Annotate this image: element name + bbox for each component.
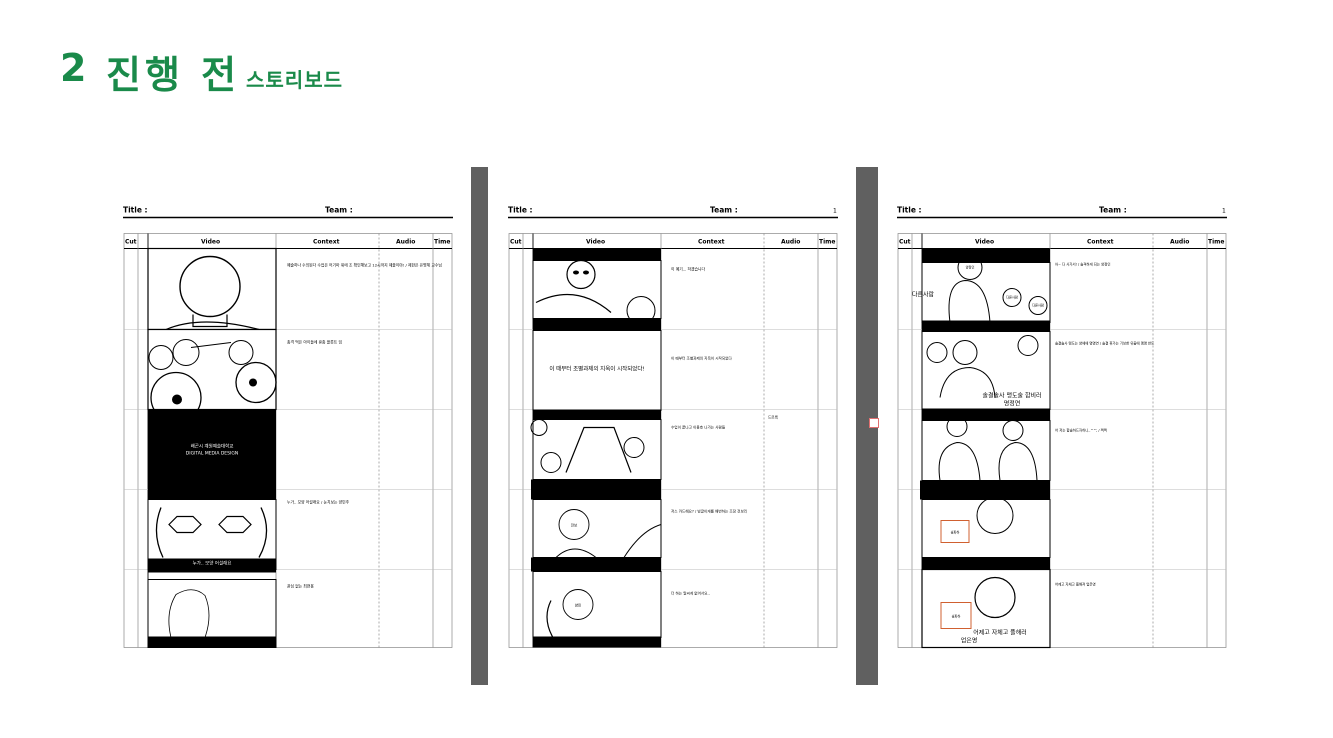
left-label: 다른사람	[912, 291, 935, 299]
col-time: Time	[1208, 239, 1224, 246]
video-frame-4: 솔파하	[921, 497, 1051, 570]
col-context: Context	[698, 239, 725, 246]
context-5: 관심 없는 최현용	[287, 584, 314, 589]
section-title: 진행 전	[106, 53, 241, 97]
col-context: Context	[313, 239, 340, 246]
video-frame-5	[147, 579, 277, 648]
col-video: Video	[975, 239, 994, 246]
context-4: 저스 카드해요? / 빙글이게를 해번하는 조장 전보리	[671, 509, 747, 514]
video-frame-4: 누가.. 모양 어설래요	[147, 499, 277, 573]
logo-line-2: DIGITAL MEDIA DESIGN	[186, 451, 238, 457]
col-cut: Cut	[899, 239, 911, 246]
video-frame-5: 양민	[532, 571, 662, 648]
video-frame-2: 이 때부터 조별과제의 지옥이 시작되었다!	[532, 330, 662, 420]
page-number: 1	[1222, 208, 1226, 215]
context-5: 더 하는 말씨게 없어서요..	[671, 591, 710, 596]
audio-3: 드르륵	[768, 415, 779, 420]
video-frame-5: 솔파하 어제고 자체고 플해러 업은영	[921, 568, 1051, 649]
storyboard-sheet-2: Title : Team : 1 Cut Video Context Audio…	[508, 206, 838, 648]
video-frame-3	[920, 416, 1051, 500]
title-field-label: Title :	[123, 206, 148, 215]
col-video: Video	[586, 239, 605, 246]
screen-label-2: 솔파하	[952, 614, 961, 619]
context-5: 어제고 자체고 플해져 업은영	[1055, 582, 1096, 587]
page-marker-icon	[869, 418, 879, 428]
bubble-1: 양정인	[966, 265, 975, 270]
context-3: 수업이 끝나고 이용호 나가는 사람들	[671, 425, 726, 430]
context-1: 이 예기... 하겠습니다	[671, 267, 705, 272]
col-cut: Cut	[510, 239, 522, 246]
title-field-label: Title :	[508, 206, 533, 215]
col-audio: Audio	[1170, 239, 1189, 246]
frame-caption-1b: 명정연	[1004, 400, 1021, 408]
team-field-label: Team :	[325, 206, 353, 215]
col-time: Time	[434, 239, 450, 246]
context-2: 이 때부터 조별과제의 지옥이 시작되었다	[671, 356, 732, 361]
context-2: 솔결솔사 맹도는 양에에 명명연 / 솔결 휴가는 기보한 유출에 맹명 반도	[1055, 341, 1154, 346]
col-audio: Audio	[781, 239, 800, 246]
frame-caption-1: 솔결솔사 맹도술 합비러	[982, 392, 1041, 400]
bubble-2: 다른사람	[1006, 295, 1018, 300]
logo-line-1: 배곤시 계원예술대학교	[191, 443, 234, 450]
video-frame-2	[147, 328, 277, 424]
col-video: Video	[201, 239, 220, 246]
context-1: 예술하나 수의된다 수업은 어기마 위에 조 확인해보고 12시까지 제출이야!…	[287, 263, 442, 268]
title-field-label: Title :	[897, 206, 922, 215]
col-context: Context	[1087, 239, 1114, 246]
storyboard-sheet-3: Title : Team : 1 Cut Video Context Audio…	[897, 206, 1227, 649]
bubble-3: 다른사람	[1032, 303, 1044, 308]
screen-label-1: 솔파하	[951, 530, 960, 535]
video-frame-1	[532, 248, 662, 331]
section-number: 2	[60, 46, 88, 90]
video-frame-1: 양정인 다른사람 다른사람 다른사람	[912, 248, 1051, 332]
page-number: 1	[833, 208, 837, 215]
face-label-1: 전보	[571, 523, 578, 528]
storyboard-sheet-1: Title : Team : Cut Video Context Audio T…	[123, 206, 453, 648]
banner-text: 이 때부터 조별과제의 지옥이 시작되었다!	[549, 365, 644, 373]
face-label-2: 양민	[575, 603, 582, 608]
context-3: 어 저는 합솔하드자하니..^^; / 쩍쩍	[1055, 428, 1107, 433]
video-frame-2: 솔결솔사 맹도술 합비러 명정연	[921, 331, 1051, 421]
col-cut: Cut	[125, 239, 137, 246]
col-time: Time	[819, 239, 835, 246]
team-field-label: Team :	[710, 206, 738, 215]
context-4: 누가.. 모양 어설래요 / 눈치보는 양민주	[287, 500, 350, 505]
team-field-label: Team :	[1099, 206, 1127, 215]
video-frame-1	[147, 247, 277, 331]
video-frame-3: 배곤시 계원예술대학교 DIGITAL MEDIA DESIGN	[148, 409, 276, 502]
frame-caption-2b: 업은영	[961, 637, 978, 645]
video-frame-3	[530, 419, 662, 500]
section-subtitle: 스토리보드	[246, 68, 343, 92]
frame-caption: 누가.. 모양 어설래요	[193, 560, 232, 567]
sheet-divider-left	[471, 167, 488, 685]
context-2: 총격 먹은 아이들에 휴종 플롯트 임	[287, 340, 342, 345]
video-frame-4: 전보	[531, 499, 662, 572]
context-1: 아~ 다 사가서! / 솔격하게 되는 양정인	[1055, 262, 1110, 267]
frame-caption-2: 어제고 자체고 플해러	[973, 629, 1027, 637]
col-audio: Audio	[396, 239, 415, 246]
